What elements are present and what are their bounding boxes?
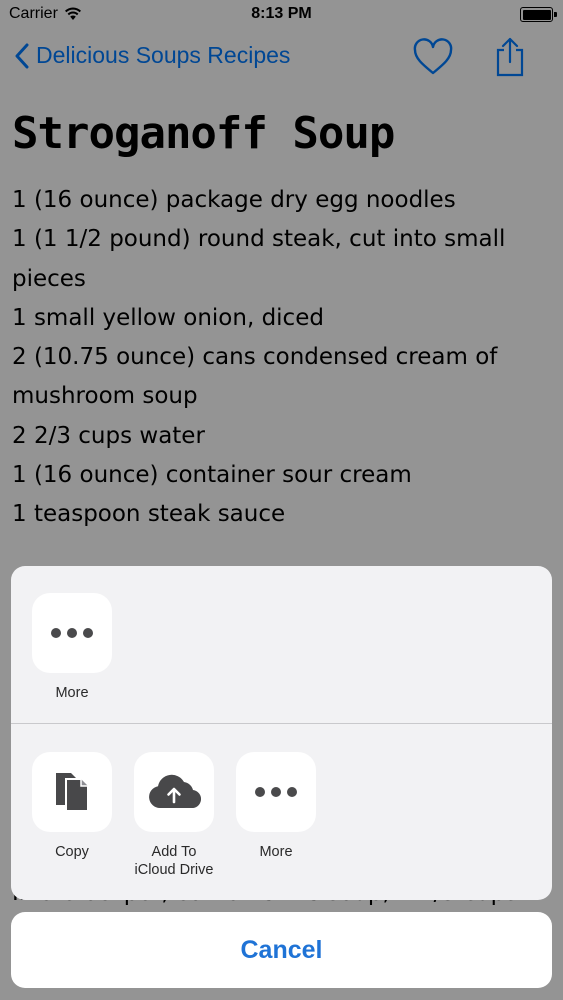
actions-row: Copy Add To iCloud Drive More	[11, 724, 552, 900]
icloud-upload-icon	[149, 774, 201, 809]
more-tile	[32, 593, 112, 673]
activity-label: More	[259, 844, 293, 860]
share-more-button[interactable]: More	[22, 593, 122, 702]
copy-button[interactable]: Copy	[22, 752, 122, 861]
more-tile	[236, 752, 316, 832]
share-targets-row: More	[11, 566, 552, 723]
activity-label: Copy	[55, 844, 89, 860]
add-to-icloud-drive-button[interactable]: Add To iCloud Drive	[124, 752, 224, 879]
more-dots-icon	[51, 628, 93, 638]
more-dots-icon	[255, 787, 297, 797]
copy-tile	[32, 752, 112, 832]
icloud-tile	[134, 752, 214, 832]
cancel-button[interactable]: Cancel	[11, 912, 552, 988]
share-sheet: More Copy Add To iCloud Drive More	[11, 566, 552, 900]
activity-label: Add To iCloud Drive	[134, 844, 214, 878]
copy-documents-icon	[56, 773, 89, 812]
activity-label: More	[55, 685, 89, 701]
actions-more-button[interactable]: More	[226, 752, 326, 861]
